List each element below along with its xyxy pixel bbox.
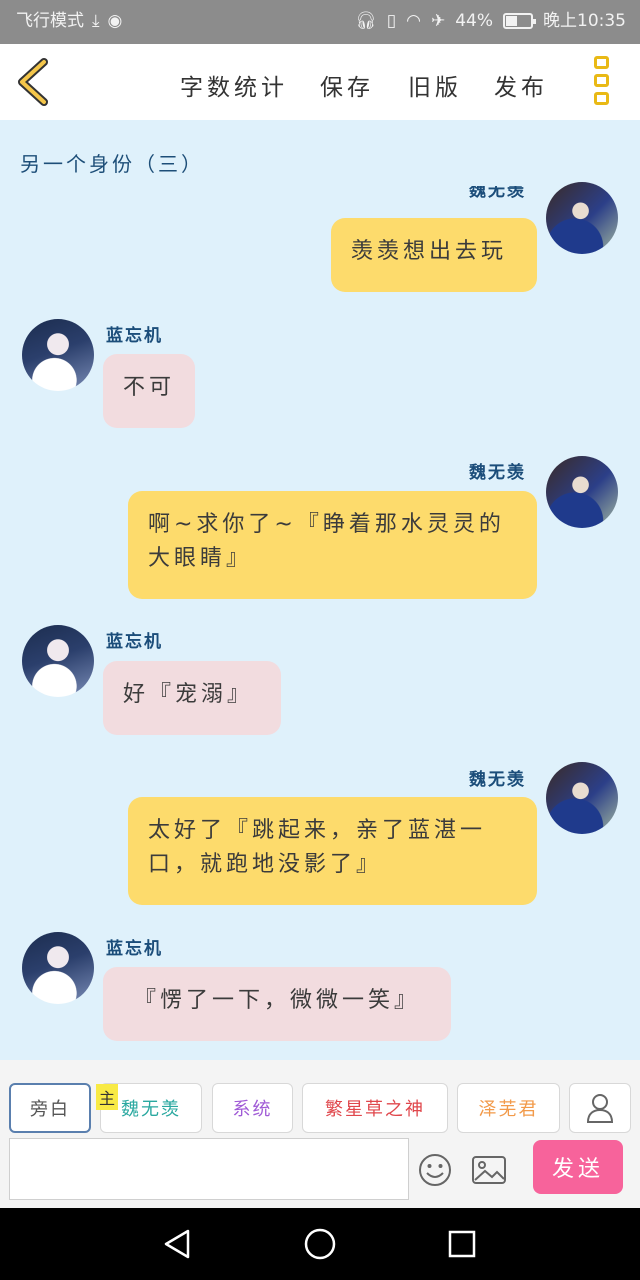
old-version-button[interactable]: 旧版 <box>408 68 462 102</box>
message-bubble[interactable]: 『愣了一下，微微一笑』 <box>103 967 451 1041</box>
message-bubble[interactable]: 羡羡想出去玩 <box>331 218 537 292</box>
headphone-icon: 🎧︎ <box>355 11 377 31</box>
more-vertical-icon[interactable] <box>594 56 614 110</box>
message-bubble[interactable]: 啊~求你了~『睁着那水灵灵的大眼睛』 <box>128 491 537 599</box>
vibrate-icon: ▯ <box>386 11 397 31</box>
avatar-wei-wuxian[interactable] <box>546 456 618 528</box>
sender-name: 魏无羡 <box>469 770 526 790</box>
user-icon <box>586 1094 614 1123</box>
role-system[interactable]: 系统 <box>212 1083 293 1133</box>
status-bar-right: 🎧︎ ▯ ◠ ✈ 44% 晚上10:35 <box>355 11 626 31</box>
publish-button[interactable]: 发布 <box>494 68 548 102</box>
story-title: 另一个身份（三） <box>20 152 204 176</box>
nav-recent-button[interactable] <box>444 1226 480 1262</box>
avatar-lan-wangji[interactable] <box>22 319 94 391</box>
clock: 晚上10:35 <box>543 11 626 31</box>
emoji-icon <box>419 1154 451 1186</box>
nav-back-button[interactable] <box>160 1226 196 1262</box>
avatar-lan-wangji[interactable] <box>22 625 94 697</box>
chevron-left-icon <box>18 58 48 106</box>
emoji-button[interactable] <box>417 1152 453 1188</box>
role-zewu-jun[interactable]: 泽芜君 <box>457 1083 560 1133</box>
status-bar: 飞行模式 ⤓ ◉ 🎧︎ ▯ ◠ ✈ 44% 晚上10:35 <box>0 0 640 44</box>
menu-dot <box>594 74 609 87</box>
sender-name: 蓝忘机 <box>106 632 163 652</box>
airplane-mode-label: 飞行模式 <box>16 11 84 31</box>
role-narrator[interactable]: 旁白 <box>9 1083 91 1133</box>
menu-dot <box>594 56 609 69</box>
download-icon: ⤓ <box>92 11 100 31</box>
sender-name: 魏无羡 <box>469 463 526 483</box>
square-recent-icon <box>448 1230 476 1258</box>
main-role-badge: 主 <box>96 1084 118 1110</box>
avatar-lan-wangji[interactable] <box>22 932 94 1004</box>
wifi-icon: ◠ <box>406 11 421 31</box>
battery-level <box>506 16 518 26</box>
message-input[interactable] <box>9 1138 409 1200</box>
top-toolbar: 字数统计 保存 旧版 发布 <box>0 44 640 120</box>
word-count-button[interactable]: 字数统计 <box>180 68 288 102</box>
message-bubble[interactable]: 不可 <box>103 354 195 428</box>
avatar-wei-wuxian[interactable] <box>546 762 618 834</box>
sender-name: 蓝忘机 <box>106 326 163 346</box>
status-bar-left: 飞行模式 ⤓ ◉ <box>16 11 122 31</box>
image-button[interactable] <box>471 1154 507 1186</box>
circle-home-icon <box>304 1228 336 1260</box>
send-button[interactable]: 发送 <box>533 1140 623 1194</box>
role-star-grass-god[interactable]: 繁星草之神 <box>302 1083 448 1133</box>
menu-dot <box>594 92 609 105</box>
battery-icon <box>503 13 536 29</box>
input-row: 发送 <box>0 1136 640 1208</box>
triangle-back-icon <box>164 1229 190 1259</box>
system-nav-bar <box>0 1208 640 1280</box>
chat-area[interactable]: 另一个身份（三） 魏无羡 羡羡想出去玩 蓝忘机 不可 魏无羡 啊~求你了~『睁着… <box>0 120 640 1060</box>
message-bubble[interactable]: 好『宠溺』 <box>103 661 281 735</box>
back-button[interactable] <box>14 58 54 106</box>
add-role-button[interactable] <box>569 1083 631 1133</box>
avatar-wei-wuxian[interactable] <box>546 182 618 254</box>
sender-name: 魏无羡 <box>469 186 526 201</box>
nav-home-button[interactable] <box>302 1226 338 1262</box>
image-icon <box>472 1156 506 1184</box>
notification-icon: ◉ <box>107 11 123 31</box>
message-bubble[interactable]: 太好了『跳起来，亲了蓝湛一口，就跑地没影了』 <box>128 797 537 905</box>
airplane-icon: ✈ <box>430 11 446 31</box>
save-button[interactable]: 保存 <box>320 68 374 102</box>
battery-percent: 44% <box>455 11 493 31</box>
sender-name: 蓝忘机 <box>106 939 163 959</box>
